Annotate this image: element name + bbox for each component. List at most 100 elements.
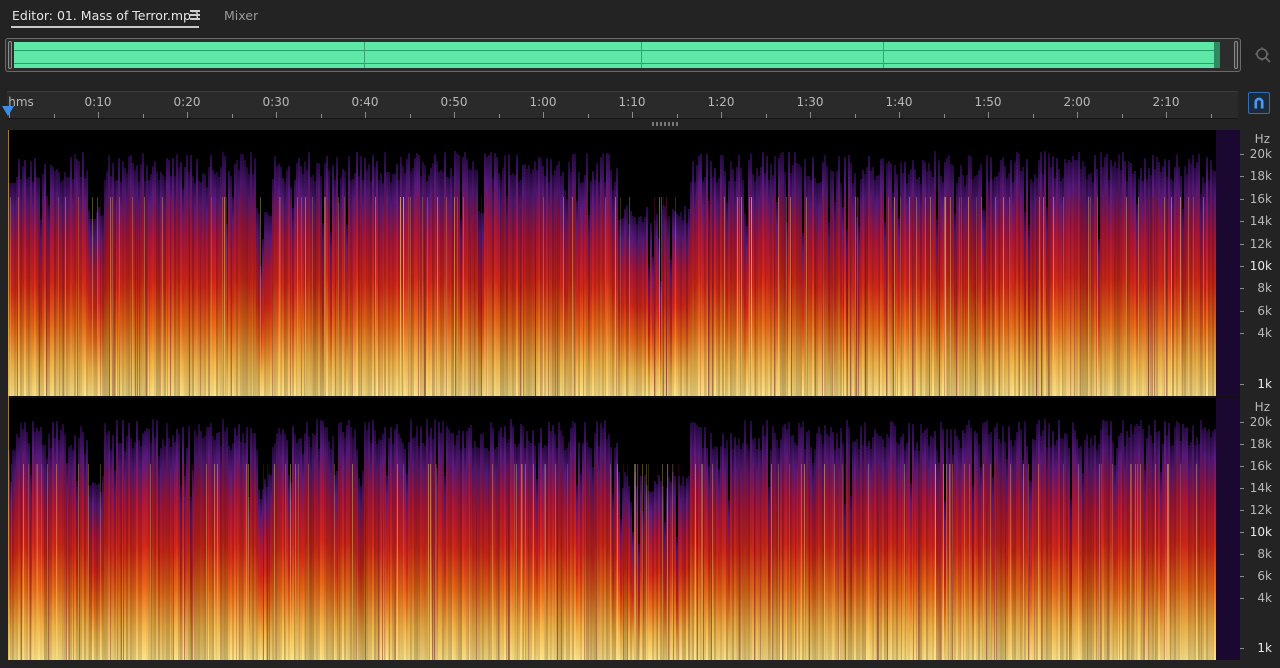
time-tick-label: 1:40 — [885, 95, 913, 109]
hz-unit-label: Hz — [1254, 132, 1270, 146]
active-tab-indicator — [11, 26, 199, 28]
frequency-label: 20k — [1249, 147, 1272, 161]
frequency-label: 10k — [1249, 258, 1272, 273]
time-tick-label: 0:50 — [440, 95, 468, 109]
time-tick — [1166, 112, 1167, 118]
hamburger-icon[interactable] — [190, 10, 200, 20]
frequency-label: 8k — [1257, 546, 1272, 561]
time-tick — [276, 112, 277, 118]
time-tick — [409, 114, 411, 118]
frequency-tick — [1240, 198, 1244, 200]
frequency-tick — [1240, 422, 1244, 423]
frequency-tick — [1240, 221, 1244, 223]
overview-navigator[interactable] — [5, 38, 1241, 72]
time-tick — [142, 114, 144, 118]
frequency-label: 4k — [1257, 590, 1272, 605]
frequency-tick — [1240, 265, 1244, 267]
time-tick — [721, 112, 722, 118]
overview-right-handle[interactable] — [1234, 41, 1238, 69]
time-tick — [98, 112, 99, 118]
time-tick — [454, 112, 455, 118]
time-tick-label: 1:30 — [796, 95, 824, 109]
zoom-icon[interactable] — [1254, 46, 1272, 64]
frequency-label: 14k — [1249, 480, 1272, 495]
frequency-tick — [1240, 509, 1244, 511]
frequency-label: 12k — [1249, 236, 1272, 251]
time-tick — [676, 114, 678, 118]
frequency-tick — [1240, 310, 1244, 312]
time-tick — [988, 112, 989, 118]
frequency-label: 16k — [1249, 458, 1272, 473]
spectral-channel-left[interactable] — [8, 130, 1240, 396]
time-tick — [1210, 114, 1212, 118]
frequency-label: 18k — [1249, 169, 1272, 184]
frequency-label: 4k — [1257, 326, 1272, 340]
time-tick — [53, 114, 55, 118]
time-tick — [587, 114, 589, 118]
frequency-label: 14k — [1249, 214, 1272, 229]
time-tick-label: 1:10 — [618, 95, 646, 109]
time-tick-label: 0:30 — [262, 95, 290, 109]
time-tick — [1032, 114, 1034, 118]
time-tick-label: 0:10 — [84, 95, 112, 109]
frequency-label: 6k — [1257, 568, 1272, 583]
time-tick — [854, 114, 856, 118]
time-tick — [187, 112, 188, 118]
frequency-label: 8k — [1257, 281, 1272, 296]
time-tick-label: 1:00 — [529, 95, 557, 109]
frequency-tick — [1240, 288, 1244, 290]
playhead-marker-icon[interactable] — [2, 106, 14, 116]
playhead-line — [8, 130, 9, 660]
tab-mixer[interactable]: Mixer — [224, 8, 258, 24]
frequency-tick — [1240, 243, 1244, 245]
frequency-tick — [1240, 487, 1244, 489]
frequency-tick — [1240, 575, 1244, 577]
overview-left-handle[interactable] — [8, 41, 12, 69]
time-tick-label: 2:10 — [1152, 95, 1180, 109]
frequency-tick — [1240, 384, 1244, 385]
frequency-tick — [1240, 531, 1244, 533]
frequency-scale-left: Hz 20k 18k 16k 14k 12k 10k 8k 6k 4k 1k — [1240, 130, 1280, 396]
time-tick — [899, 112, 900, 118]
frequency-label: 20k — [1249, 415, 1272, 429]
time-tick — [943, 114, 945, 118]
frequency-label: 12k — [1249, 502, 1272, 517]
time-tick — [1121, 114, 1123, 118]
frequency-label: 18k — [1249, 436, 1272, 451]
frequency-label: 16k — [1249, 191, 1272, 206]
tab-bar: Editor: 01. Mass of Terror.mp3 Mixer — [0, 0, 1280, 32]
time-tick — [810, 112, 811, 118]
panel-resize-grip[interactable] — [652, 122, 678, 126]
time-ruler[interactable]: hms 0:10 0:20 0:30 0:40 0:50 1:00 1:10 1:20 1:30 1… — [7, 91, 1238, 119]
frequency-tick — [1240, 333, 1244, 334]
hz-unit-label: Hz — [1254, 400, 1270, 414]
time-tick-label: 1:50 — [974, 95, 1002, 109]
overview-waveform[interactable] — [14, 42, 1220, 68]
spectral-channel-right[interactable] — [8, 398, 1240, 660]
time-tick-label: 0:40 — [351, 95, 379, 109]
frequency-label: 1k — [1257, 641, 1272, 655]
time-tick-label: 2:00 — [1063, 95, 1091, 109]
frequency-tick — [1240, 648, 1244, 649]
magnet-icon[interactable] — [1248, 92, 1270, 114]
frequency-label: 6k — [1257, 303, 1272, 318]
frequency-label: 10k — [1249, 524, 1272, 539]
time-tick — [632, 112, 633, 118]
frequency-tick — [1240, 465, 1244, 467]
time-tick-label: 0:20 — [173, 95, 201, 109]
time-tick-label: 1:20 — [707, 95, 735, 109]
frequency-scale-right: Hz 20k 18k 16k 14k 12k 10k 8k 6k 4k 1k — [1240, 398, 1280, 660]
frequency-label: 1k — [1257, 377, 1272, 391]
time-tick — [320, 114, 322, 118]
time-tick — [231, 114, 233, 118]
frequency-tick — [1240, 553, 1244, 555]
time-tick — [765, 114, 767, 118]
tab-editor[interactable]: Editor: 01. Mass of Terror.mp3 — [12, 8, 199, 24]
frequency-tick — [1240, 443, 1244, 445]
frequency-tick — [1240, 597, 1244, 599]
frequency-tick — [1240, 154, 1244, 155]
frequency-tick — [1240, 176, 1244, 178]
time-tick — [543, 112, 544, 118]
time-tick — [365, 112, 366, 118]
time-tick — [1077, 112, 1078, 118]
